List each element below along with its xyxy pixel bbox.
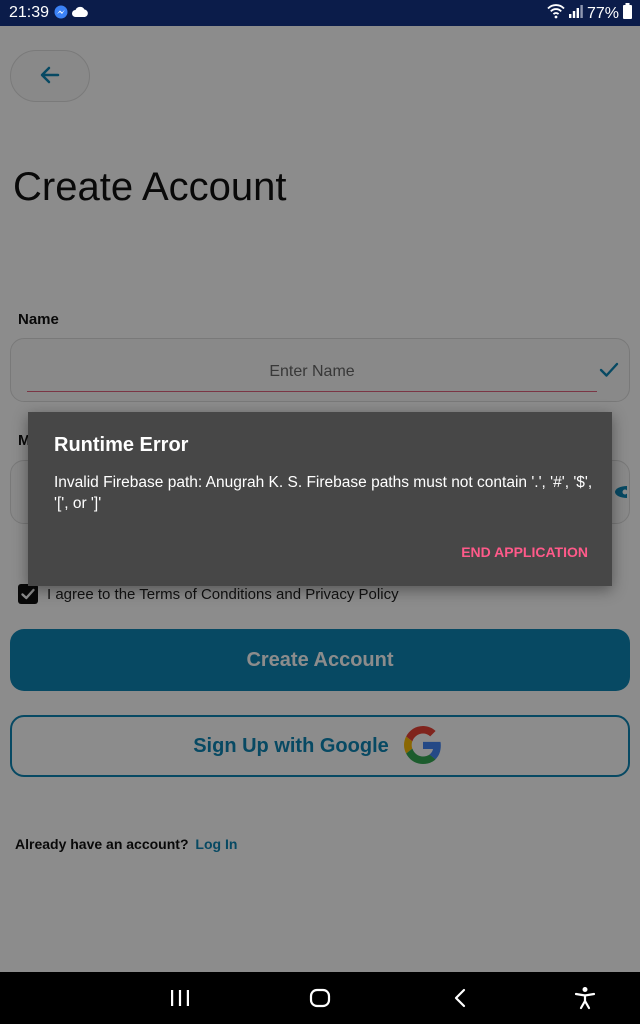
navigation-bar xyxy=(0,972,640,1024)
cloud-icon xyxy=(71,5,89,24)
messenger-icon xyxy=(54,5,68,24)
home-icon[interactable] xyxy=(307,985,333,1011)
status-bar: 21:39 77% xyxy=(0,0,640,26)
status-time: 21:39 xyxy=(9,4,50,21)
wifi-icon xyxy=(547,3,565,24)
battery-percent: 77% xyxy=(586,4,619,22)
recents-icon[interactable] xyxy=(167,985,193,1011)
end-application-button[interactable]: END APPLICATION xyxy=(461,544,588,560)
accessibility-icon[interactable] xyxy=(572,985,598,1011)
status-right-group: 77% xyxy=(547,3,632,24)
signal-icon xyxy=(568,4,583,23)
runtime-error-dialog: Runtime Error Invalid Firebase path: Anu… xyxy=(28,412,612,586)
dialog-title: Runtime Error xyxy=(54,434,189,456)
dialog-message: Invalid Firebase path: Anugrah K. S. Fir… xyxy=(54,474,593,512)
back-nav-icon[interactable] xyxy=(447,985,473,1011)
battery-icon xyxy=(623,3,632,24)
